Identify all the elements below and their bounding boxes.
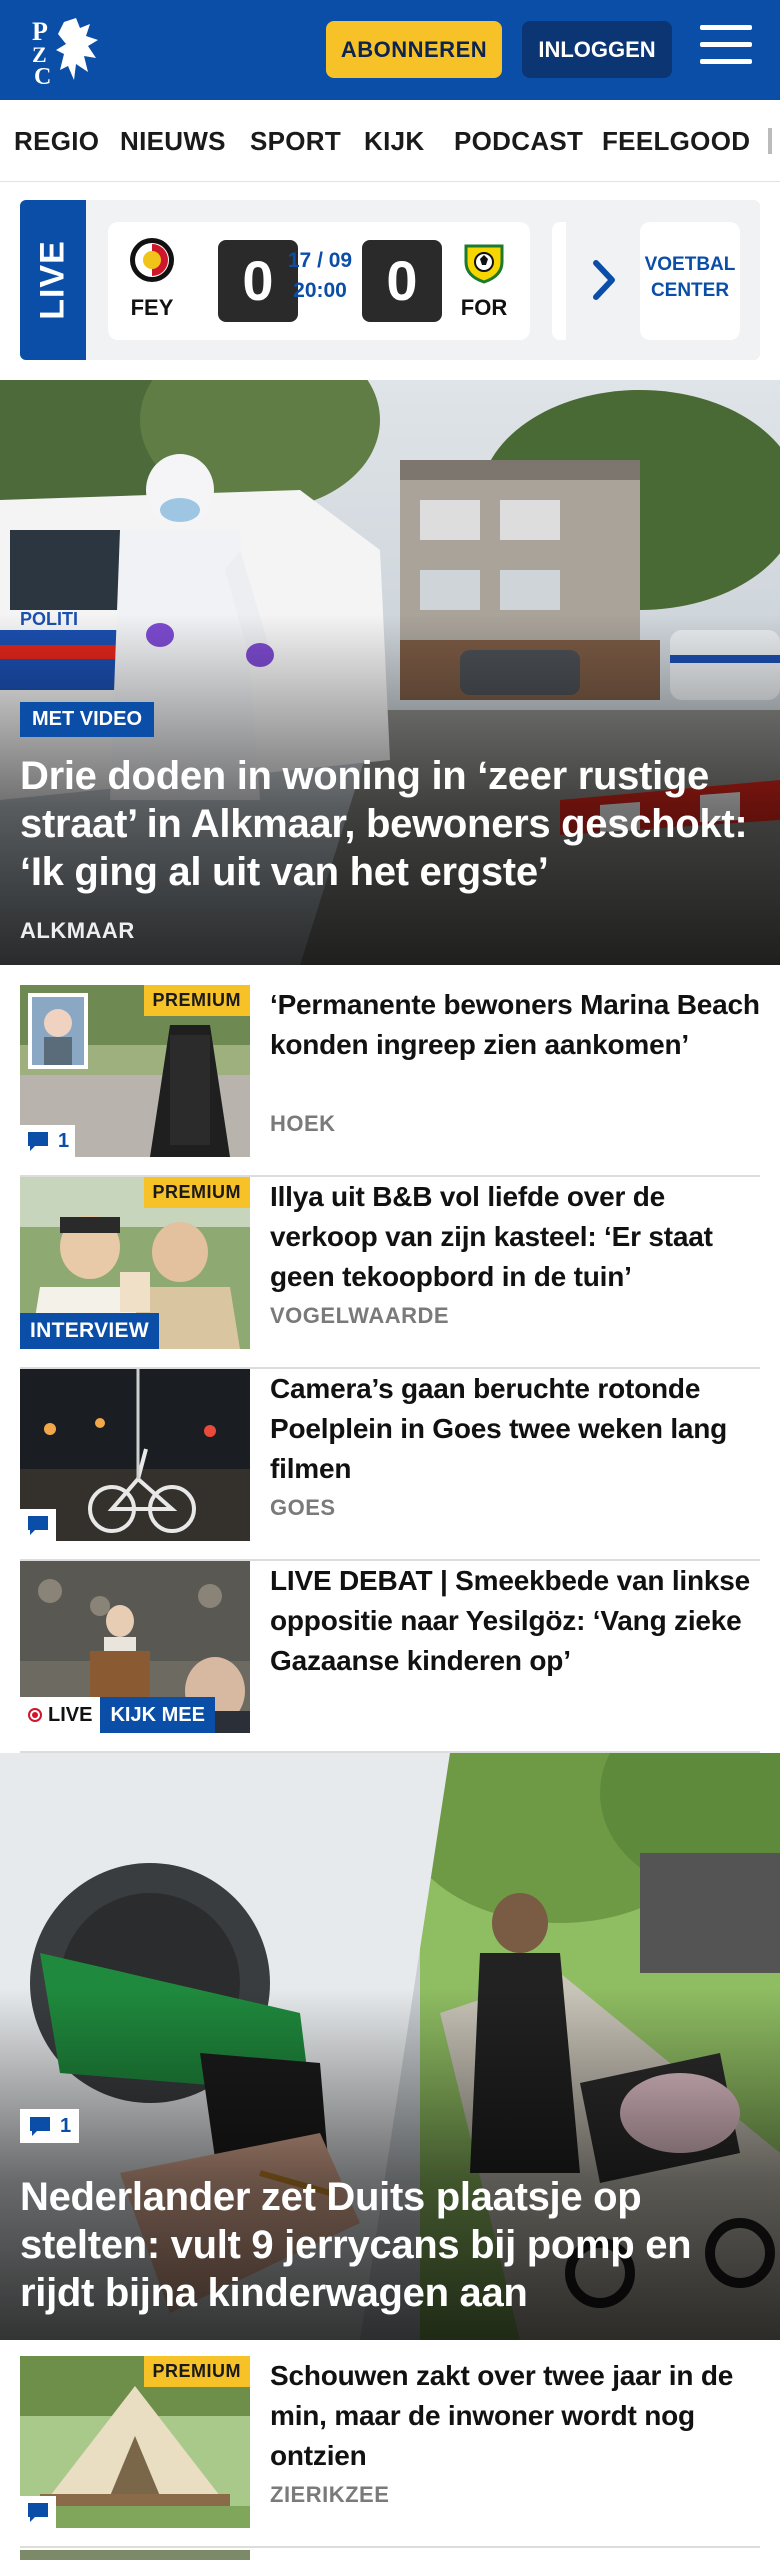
comment-count-badge[interactable]: 1 [20,2109,80,2143]
live-label: LIVE [20,200,86,360]
nav-item-sport[interactable]: SPORT [250,126,341,157]
article-title[interactable]: Illya uit B&B vol liefde over de verkoop… [270,1177,760,1297]
nav-overflow-hint [768,128,772,154]
next-article-thumbnail-edge [20,2550,250,2560]
premium-badge: PREMIUM [143,985,250,1016]
article-title[interactable]: Schouwen zakt over twee jaar in de min, … [270,2356,760,2476]
list-item[interactable]: PREMIUM 1 ‘Permanente bewoners Marina Be… [20,985,760,1177]
comment-icon [28,1132,48,1151]
comment-count: 1 [58,1129,70,1152]
live-indicator: LIVE [20,1697,101,1733]
away-team-abbr: FOR [460,295,508,320]
match-date: 17 / 09 [287,249,353,272]
fortuna-crest-icon [464,244,504,284]
comment-badge[interactable] [20,2496,56,2528]
article-thumbnail [20,1369,250,1541]
away-team: FOR [454,236,514,321]
article-title[interactable]: LIVE DEBAT | Smeekbede van linkse opposi… [270,1561,760,1681]
premium-badge: PREMIUM [143,1177,250,1208]
svg-text:C: C [34,64,51,86]
chevron-right-icon[interactable] [590,255,620,305]
article-thumbnail: PREMIUM 1 [20,985,250,1157]
match-time: 20:00 [293,279,347,302]
login-button[interactable]: INLOGGEN [522,21,672,78]
premium-badge: PREMIUM [143,2356,250,2387]
article-location: ZIERIKZEE [270,2482,390,2507]
comment-icon [28,2503,48,2522]
match-datetime: 17 / 09 20:00 [284,246,356,306]
away-score: 0 [362,240,442,322]
comment-icon [28,1516,48,1535]
hero-article-alkmaar[interactable]: POLITI MET VIDEO Drie doden in woning in… [0,380,780,965]
article-thumbnail: PREMIUM [20,2356,250,2528]
live-watch-badge[interactable]: LIVE KIJK MEE [20,1697,215,1733]
nav-item-feelgood[interactable]: FEELGOOD [602,126,750,157]
comment-count: 1 [60,2114,72,2137]
video-badge: MET VIDEO [20,702,155,737]
subscribe-button[interactable]: ABONNEREN [326,21,502,78]
nav-item-nieuws[interactable]: NIEUWS [120,126,226,157]
hero-location: ALKMAAR [20,918,135,943]
article-title[interactable]: Camera’s gaan beruchte rotonde Poelplein… [270,1369,760,1489]
article-thumbnail: PREMIUM INTERVIEW [20,1177,250,1349]
voetbal-center-label: VOETBAL CENTER [644,254,736,301]
live-score-widget: LIVE FEY 0 17 / 09 20:00 0 FOR VOETBAL C… [20,200,760,360]
list-item[interactable]: LIVE KIJK MEE LIVE DEBAT | Smeekbede van… [20,1561,760,1753]
home-team-abbr: FEY [130,295,174,320]
article-thumbnail: LIVE KIJK MEE [20,1561,250,1733]
article-location: VOGELWAARDE [270,1303,450,1328]
hero-article-jerrycans[interactable]: 1 Nederlander zet Duits plaatsje op stel… [0,1753,780,2340]
article-location: GOES [270,1495,336,1520]
nav-item-podcast[interactable]: PODCAST [454,126,583,157]
nav-item-regio[interactable]: REGIO [14,126,99,157]
nav-item-kijk[interactable]: KIJK [364,126,424,157]
comment-count-badge[interactable]: 1 [20,1125,76,1157]
pzc-logo-icon: P Z C [32,17,98,90]
site-header: P Z C ABONNEREN INLOGGEN [0,0,780,100]
comment-badge[interactable] [20,1509,56,1541]
list-item[interactable]: PREMIUM INTERVIEW Illya uit B&B vol lief… [20,1177,760,1369]
pzc-logo[interactable]: P Z C [30,14,110,90]
match-card[interactable]: FEY 0 17 / 09 20:00 0 FOR [108,222,530,340]
list-item[interactable]: PREMIUM Schouwen zakt over twee jaar in … [20,2356,760,2548]
hamburger-menu-icon[interactable] [700,25,752,73]
section-nav: REGIO NIEUWS SPORT KIJK PODCAST FEELGOOD [0,100,780,182]
watch-now-label: KIJK MEE [100,1697,215,1733]
article-location: HOEK [270,1111,336,1136]
live-dot-icon [28,1708,42,1722]
article-title[interactable]: ‘Permanente bewoners Marina Beach konden… [270,985,760,1065]
voetbal-center-link[interactable]: VOETBAL CENTER [640,222,740,340]
hero-title[interactable]: Drie doden in woning in ‘zeer rustige st… [20,752,762,896]
feyenoord-crest-icon [130,238,174,282]
interview-badge: INTERVIEW [20,1313,159,1349]
next-match-card-edge [552,222,566,340]
hero-title[interactable]: Nederlander zet Duits plaatsje op stelte… [20,2173,762,2317]
home-team: FEY [122,236,182,321]
comment-icon [30,2117,50,2136]
list-item[interactable]: Camera’s gaan beruchte rotonde Poelplein… [20,1369,760,1561]
